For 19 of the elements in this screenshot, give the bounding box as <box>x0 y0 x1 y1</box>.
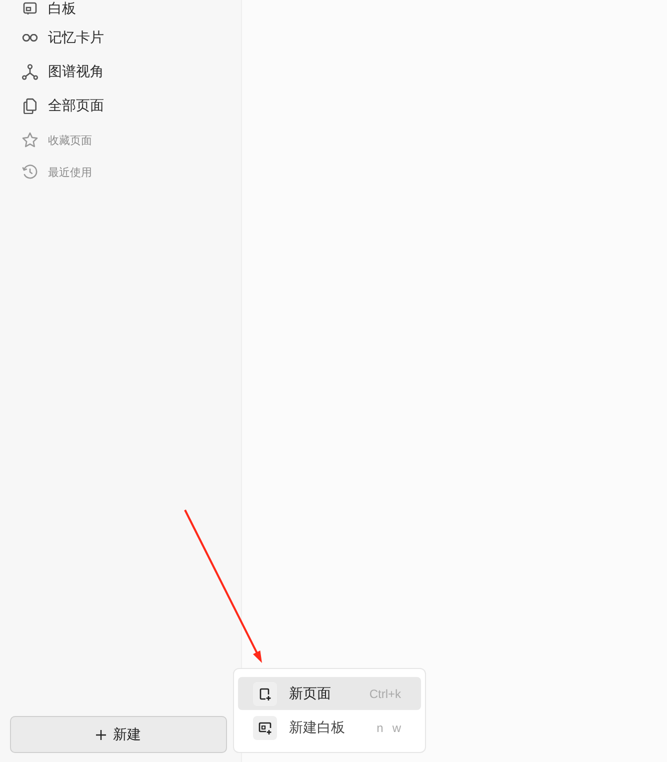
star-icon <box>22 132 38 148</box>
menu-item[interactable]: 新建白板 n w <box>238 711 421 744</box>
shortcut-key: n <box>376 720 384 734</box>
history-icon <box>22 164 38 180</box>
new-page-icon <box>253 682 277 706</box>
plus-icon <box>96 730 106 740</box>
board-icon <box>23 2 37 14</box>
new-board-icon <box>253 716 277 740</box>
infinity-icon <box>22 34 38 42</box>
shortcut-key: w <box>392 720 401 734</box>
shortcut-key: Ctrl+k <box>369 686 401 700</box>
pages-icon <box>22 98 38 114</box>
new-button[interactable]: 新建 <box>10 716 227 753</box>
sidebar-item[interactable]: 白板 <box>0 0 76 21</box>
sidebar-item[interactable]: 记忆卡片 <box>0 21 104 55</box>
sidebar-item[interactable]: 图谱视角 <box>0 55 104 89</box>
menu-item[interactable]: 新页面 Ctrl+k <box>238 677 421 710</box>
sidebar-item[interactable]: 全部页面 <box>0 89 104 123</box>
graph-icon <box>22 64 38 80</box>
